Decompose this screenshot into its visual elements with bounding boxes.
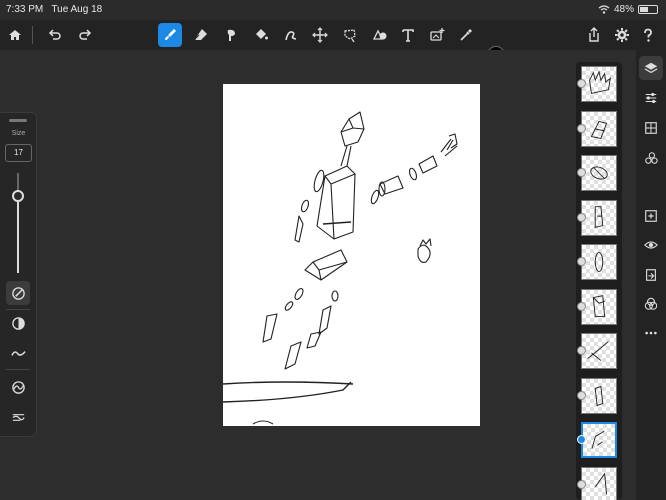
settings-icon[interactable] [610, 23, 634, 47]
liquify-icon[interactable] [279, 23, 303, 47]
shape-icon[interactable] [368, 23, 392, 47]
image-import-icon[interactable] [425, 23, 449, 47]
layer-visibility-toggle[interactable] [577, 390, 586, 400]
redo-icon[interactable] [73, 23, 97, 47]
status-date: Tue Aug 18 [51, 4, 103, 15]
help-icon[interactable] [636, 23, 660, 47]
layer-thumbnail[interactable] [581, 422, 617, 458]
battery-icon [638, 5, 658, 14]
visibility-icon[interactable] [639, 233, 663, 257]
status-time: 7:33 PM [6, 4, 44, 15]
status-right: 48% [598, 4, 658, 15]
layer-visibility-toggle[interactable] [577, 301, 586, 311]
pressure-icon[interactable] [6, 375, 30, 399]
transform-icon[interactable] [308, 23, 332, 47]
add-layer-icon[interactable] [639, 204, 663, 228]
brush-panel: Size 17 [0, 112, 37, 437]
eyedropper-icon[interactable] [454, 23, 478, 47]
size-slider-fill [17, 196, 19, 273]
import-layer-icon[interactable] [639, 263, 663, 287]
panel-divider [6, 369, 30, 370]
layer-thumbnail[interactable] [581, 110, 617, 147]
layer-thumbnail[interactable] [581, 377, 617, 414]
layer-thumbnail[interactable] [581, 199, 617, 236]
layer-thumbnail[interactable] [581, 466, 617, 500]
eraser-icon[interactable] [189, 23, 213, 47]
drawing-canvas[interactable] [222, 84, 480, 426]
layer-visibility-toggle[interactable] [577, 79, 586, 88]
brush-icon[interactable] [158, 23, 182, 47]
layer-visibility-toggle[interactable] [577, 168, 586, 177]
layer-visibility-toggle[interactable] [577, 257, 586, 266]
home-icon[interactable] [3, 23, 27, 47]
size-label: Size [11, 130, 26, 137]
panel-grip[interactable] [9, 119, 27, 122]
more-icon[interactable] [639, 321, 663, 345]
size-value-field[interactable]: 17 [5, 144, 32, 162]
toolbar-divider [32, 26, 33, 44]
blend-mode-icon[interactable] [639, 292, 663, 316]
brush-settings-icon[interactable] [6, 281, 30, 305]
layer-thumbnail[interactable] [581, 333, 617, 369]
battery-fill [640, 7, 648, 12]
layer-visibility-toggle[interactable] [577, 346, 586, 355]
smudge-icon[interactable] [219, 23, 243, 47]
opacity-icon[interactable] [6, 311, 30, 335]
fill-icon[interactable] [249, 23, 273, 47]
layer-thumbnail[interactable] [581, 244, 617, 280]
layer-visibility-toggle[interactable] [577, 212, 586, 222]
sketch-drawing [222, 111, 458, 425]
smoothing-icon[interactable] [6, 341, 30, 365]
status-bar: 7:33 PM Tue Aug 18 48% [0, 0, 666, 20]
undo-icon[interactable] [43, 23, 67, 47]
layer-thumbnail[interactable] [581, 288, 617, 325]
top-toolbar [0, 20, 666, 64]
layer-thumbnail[interactable] [581, 155, 617, 191]
layer-effects-icon[interactable] [639, 146, 663, 170]
battery-percent: 48% [613, 4, 634, 15]
lasso-icon[interactable] [338, 23, 362, 47]
status-left: 7:33 PM Tue Aug 18 [6, 4, 102, 15]
layer-visibility-toggle[interactable] [577, 123, 586, 133]
panel-divider [6, 309, 30, 310]
grid-icon[interactable] [639, 116, 663, 140]
right-sidebar [636, 50, 666, 500]
layer-visibility-toggle[interactable] [577, 435, 586, 444]
share-icon[interactable] [582, 23, 606, 47]
adjustments-icon[interactable] [639, 86, 663, 110]
wifi-icon [598, 5, 610, 14]
size-slider-knob[interactable] [12, 190, 24, 202]
layer-visibility-toggle[interactable] [577, 479, 586, 489]
layers-panel [576, 62, 622, 500]
layer-thumbnail[interactable] [581, 66, 617, 102]
blend-settings-icon[interactable] [6, 405, 30, 429]
text-icon[interactable] [396, 23, 420, 47]
layers-icon[interactable] [639, 56, 663, 80]
